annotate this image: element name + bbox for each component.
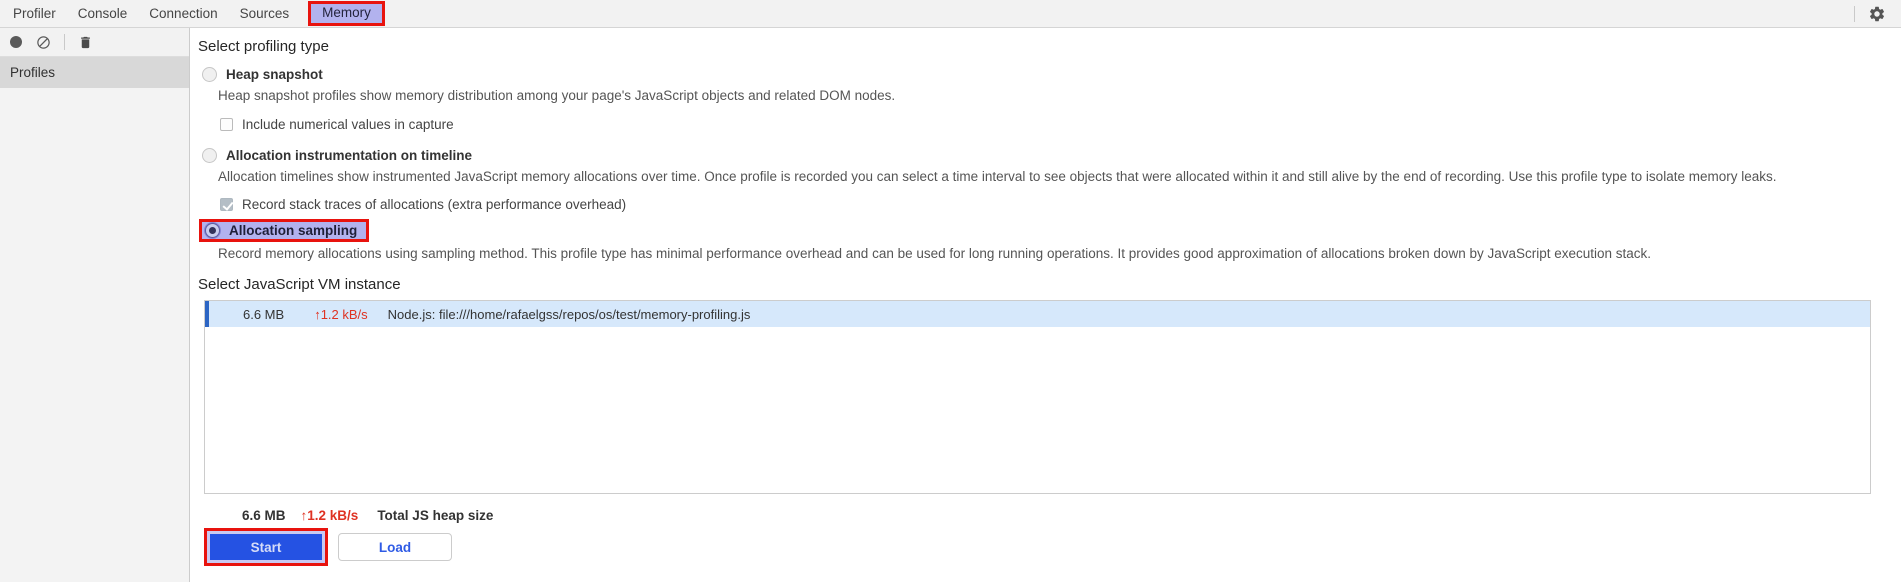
gear-icon[interactable]	[1868, 5, 1886, 23]
total-heap-label: Total JS heap size	[377, 508, 494, 523]
heap-total-footer: 6.6 MB ↑1.2 kB/s Total JS heap size	[242, 508, 1871, 523]
vm-heap-size: 6.6 MB	[243, 306, 285, 322]
clear-icon[interactable]	[36, 35, 51, 50]
tab-console[interactable]: Console	[67, 0, 139, 27]
trash-icon[interactable]	[78, 35, 93, 50]
sidebar: Profiles	[0, 28, 190, 582]
heap-snapshot-radio[interactable]	[202, 67, 217, 82]
memory-panel: Select profiling type Heap snapshot Heap…	[190, 28, 1901, 582]
option-heap-snapshot: Heap snapshot	[202, 67, 1871, 82]
tab-bar: Profiler Console Connection Sources Memo…	[0, 0, 1901, 28]
tabbar-divider	[1854, 5, 1855, 22]
include-numerical-values-label[interactable]: Include numerical values in capture	[242, 117, 454, 132]
start-button[interactable]: Start	[210, 534, 322, 560]
include-numerical-values-checkbox[interactable]	[220, 118, 233, 131]
allocation-sampling-label[interactable]: Allocation sampling	[229, 223, 357, 238]
profiling-type-heading: Select profiling type	[198, 38, 329, 55]
tab-sources[interactable]: Sources	[229, 0, 301, 27]
heap-snapshot-label[interactable]: Heap snapshot	[226, 67, 323, 82]
tab-connection[interactable]: Connection	[138, 0, 228, 27]
start-button-focus-ring: Start	[207, 531, 325, 563]
option-allocation-timeline: Allocation instrumentation on timeline	[202, 148, 1871, 163]
vm-instance-name: Node.js: file:///home/rafaelgss/repos/os…	[387, 306, 751, 322]
record-stack-traces-label[interactable]: Record stack traces of allocations (extr…	[242, 197, 626, 212]
total-heap-size: 6.6 MB	[242, 508, 286, 523]
tab-memory[interactable]: Memory	[308, 1, 385, 26]
toolbar-divider	[64, 34, 65, 50]
profiler-toolbar	[0, 28, 189, 57]
allocation-timeline-radio[interactable]	[202, 148, 217, 163]
allocation-sampling-radio[interactable]	[205, 223, 220, 238]
tabbar-right	[1854, 5, 1901, 23]
vm-instance-heading: Select JavaScript VM instance	[198, 276, 401, 293]
vm-heap-rate: ↑1.2 kB/s	[314, 306, 368, 322]
action-buttons: Start Load	[204, 528, 1871, 566]
heap-snapshot-description: Heap snapshot profiles show memory distr…	[218, 88, 896, 103]
tab-profiler[interactable]: Profiler	[2, 0, 67, 27]
allocation-sampling-description: Record memory allocations using sampling…	[218, 246, 1652, 261]
allocation-timeline-label[interactable]: Allocation instrumentation on timeline	[226, 148, 472, 163]
vm-instance-list[interactable]: 6.6 MB ↑1.2 kB/s Node.js: file:///home/r…	[204, 300, 1871, 494]
allocation-timeline-description: Allocation timelines show instrumented J…	[218, 169, 1777, 184]
option-allocation-sampling-annotated: Allocation sampling	[199, 219, 370, 242]
record-stack-traces-checkbox[interactable]	[220, 198, 233, 211]
total-heap-rate: ↑1.2 kB/s	[300, 508, 359, 523]
vm-instance-row[interactable]: 6.6 MB ↑1.2 kB/s Node.js: file:///home/r…	[205, 301, 1870, 327]
record-icon[interactable]	[9, 35, 23, 49]
load-button[interactable]: Load	[338, 533, 452, 561]
stack-traces-row: Record stack traces of allocations (extr…	[220, 197, 1871, 212]
numeric-values-row: Include numerical values in capture	[220, 117, 1871, 132]
sidebar-item-profiles[interactable]: Profiles	[0, 57, 189, 88]
start-button-annotation: Start	[204, 528, 328, 566]
